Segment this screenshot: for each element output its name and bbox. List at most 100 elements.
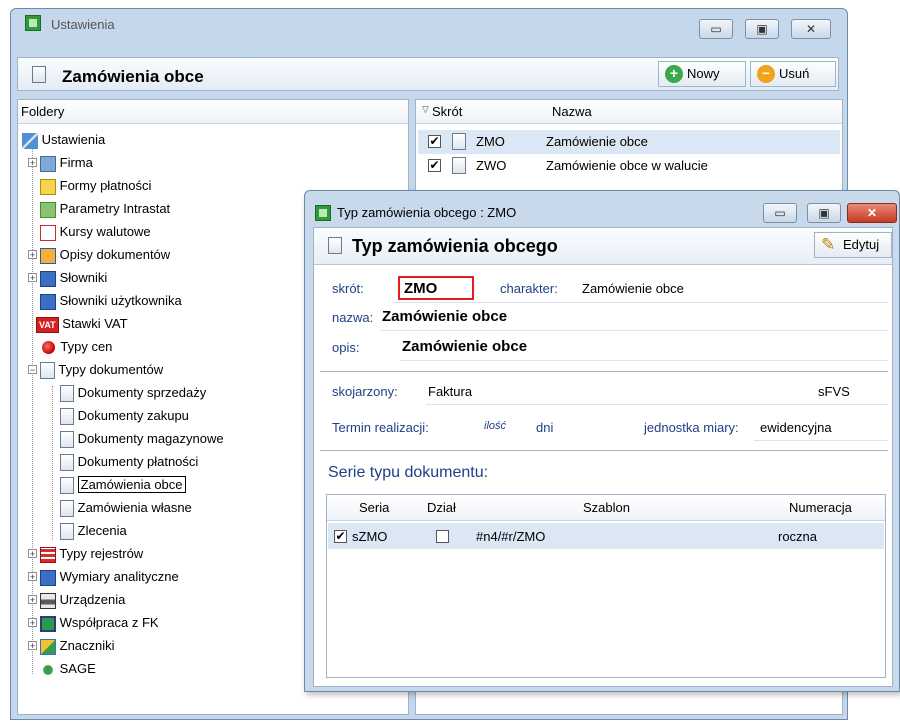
tree-item-label: Typy cen	[60, 339, 113, 354]
markers-icon	[40, 638, 56, 655]
printer-icon	[40, 592, 56, 609]
tree-item-label: Słowniki	[59, 270, 108, 285]
row-checkbox[interactable]: ✔	[428, 159, 441, 172]
termin-value[interactable]: ilość	[484, 420, 506, 432]
skojarzony-value: Faktura	[428, 384, 473, 399]
plus-icon: +	[665, 65, 683, 83]
skrot-label: skrót:	[332, 281, 364, 296]
series-row-checkbox[interactable]: ✔	[334, 530, 347, 543]
tree-item-label: Kursy walutowe	[59, 224, 151, 239]
minus-icon: −	[757, 65, 775, 83]
new-button[interactable]: + Nowy	[658, 61, 746, 87]
tree-item-sage[interactable]: SAGE	[40, 657, 96, 680]
dictionary-icon	[40, 270, 56, 287]
tree-item-slowniki-uzytkownika[interactable]: Słowniki użytkownika	[40, 289, 182, 312]
tree-item-stawki-vat[interactable]: VAT Stawki VAT	[36, 312, 128, 335]
column-header-numeracja[interactable]: Numeracja	[789, 500, 852, 515]
tree-item-dok-magazynowe[interactable]: Dokumenty magazynowe	[60, 427, 224, 450]
column-header-szablon[interactable]: Szablon	[583, 500, 630, 515]
column-header-shortcut[interactable]: Skrót	[432, 104, 462, 119]
tree-item-label: Urządzenia	[59, 592, 126, 607]
row-name: Zamówienie obce	[546, 134, 648, 149]
tree-item-typy-rejestrow[interactable]: Typy rejestrów	[40, 542, 143, 565]
expand-icon[interactable]: +	[28, 250, 37, 260]
delete-button-label: Usuń	[779, 66, 810, 81]
maximize-button[interactable]: ▣	[745, 19, 779, 39]
series-table-header: Seria Dział Szablon Numeracja	[327, 495, 885, 521]
tree-item-formy-platnosci[interactable]: Formy płatności	[40, 174, 151, 197]
row-code: ZMO	[476, 134, 505, 149]
collapse-icon[interactable]: −	[28, 365, 37, 375]
dialog-maximize-button[interactable]: ▣	[807, 203, 841, 223]
tree-item-zlecenia[interactable]: Zlecenia	[60, 519, 127, 542]
tree-item-zamowienia-obce[interactable]: Zamówienia obce	[60, 473, 186, 496]
edit-button-label: Edytuj	[843, 237, 880, 252]
tree-item-typy-cen[interactable]: Typy cen	[40, 335, 112, 358]
minimize-button[interactable]: ▭	[699, 19, 733, 39]
tree-item-intrastat[interactable]: Parametry Intrastat	[40, 197, 170, 220]
expand-icon[interactable]: +	[28, 641, 37, 651]
document-icon	[452, 133, 466, 150]
tree-item-firma[interactable]: Firma	[40, 151, 93, 174]
column-header-name[interactable]: Nazwa	[552, 104, 592, 119]
dimensions-icon	[40, 569, 56, 586]
dzial-checkbox[interactable]	[436, 530, 449, 543]
tree-item-urzadzenia[interactable]: Urządzenia	[40, 588, 125, 611]
expand-icon[interactable]: +	[28, 595, 37, 605]
register-icon	[40, 546, 56, 563]
jednostka-value: ewidencyjna	[760, 420, 832, 435]
list-row[interactable]: ✔ ZWO Zamówienie obce w walucie	[418, 154, 840, 178]
tree-item-label: Dokumenty zakupu	[77, 408, 189, 423]
tree-item-znaczniki[interactable]: Znaczniki	[40, 634, 115, 657]
edit-button[interactable]: ✎ Edytuj	[814, 232, 892, 258]
document-icon	[32, 66, 46, 83]
delete-button[interactable]: − Usuń	[750, 61, 836, 87]
tree-item-ustawienia[interactable]: Ustawienia	[22, 128, 105, 151]
skrot-field[interactable]: ZMO	[398, 276, 474, 300]
column-header-dzial[interactable]: Dział	[427, 500, 456, 515]
app-icon	[315, 205, 331, 221]
close-button[interactable]: ✕	[791, 19, 831, 39]
sort-icon: ▽	[422, 104, 429, 114]
tree-item-label: Znaczniki	[59, 638, 115, 653]
tree-item-label: Dokumenty magazynowe	[77, 431, 224, 446]
tree-item-wymiary[interactable]: Wymiary analityczne	[40, 565, 179, 588]
tree-item-dok-sprzedazy[interactable]: Dokumenty sprzedaży	[60, 381, 206, 404]
tools-icon	[22, 132, 38, 149]
expand-icon[interactable]: +	[28, 572, 37, 582]
series-szablon: #n4/#r/ZMO	[476, 529, 546, 544]
tree-item-kursy[interactable]: Kursy walutowe	[40, 220, 151, 243]
expand-icon[interactable]: +	[28, 549, 37, 559]
dialog-close-button[interactable]: ✕	[847, 203, 897, 223]
price-icon	[42, 341, 55, 355]
sage-icon	[40, 661, 56, 678]
row-code: ZWO	[476, 158, 507, 173]
document-icon	[60, 408, 74, 426]
tree-item-typy-dokumentow[interactable]: Typy dokumentów	[40, 358, 163, 381]
tree-item-slowniki[interactable]: Słowniki	[40, 266, 107, 289]
tree-item-label: Opisy dokumentów	[59, 247, 171, 262]
list-header: ▽ Skrót Nazwa	[416, 100, 842, 124]
list-row[interactable]: ✔ ZMO Zamówienie obce	[418, 130, 840, 154]
page-title: Zamówienia obce	[62, 67, 204, 86]
tree-item-opisy[interactable]: Opisy dokumentów	[40, 243, 170, 266]
tree-item-wspolpraca-fk[interactable]: Współpraca z FK	[40, 611, 159, 634]
series-numeracja: roczna	[778, 529, 818, 544]
expand-icon[interactable]: +	[28, 618, 37, 628]
expand-icon[interactable]: +	[28, 158, 37, 168]
expand-icon[interactable]: +	[28, 273, 37, 283]
dialog-minimize-button[interactable]: ▭	[763, 203, 797, 223]
tree-item-dok-platnosci[interactable]: Dokumenty płatności	[60, 450, 198, 473]
document-icon	[60, 454, 74, 472]
tree-item-zamowienia-wlasne[interactable]: Zamówienia własne	[60, 496, 192, 519]
column-header-seria[interactable]: Seria	[359, 500, 389, 515]
skojarzony-code: sFVS	[818, 384, 850, 399]
tree-item-dok-zakupu[interactable]: Dokumenty zakupu	[60, 404, 189, 427]
document-icon	[60, 431, 74, 449]
document-icon	[40, 362, 55, 380]
tree-item-label: Słowniki użytkownika	[59, 293, 182, 308]
row-checkbox[interactable]: ✔	[428, 135, 441, 148]
series-row[interactable]: ✔ sZMO #n4/#r/ZMO roczna	[328, 523, 884, 549]
tree-item-label: Typy rejestrów	[59, 546, 144, 561]
tree-item-label: Ustawienia	[41, 132, 106, 147]
